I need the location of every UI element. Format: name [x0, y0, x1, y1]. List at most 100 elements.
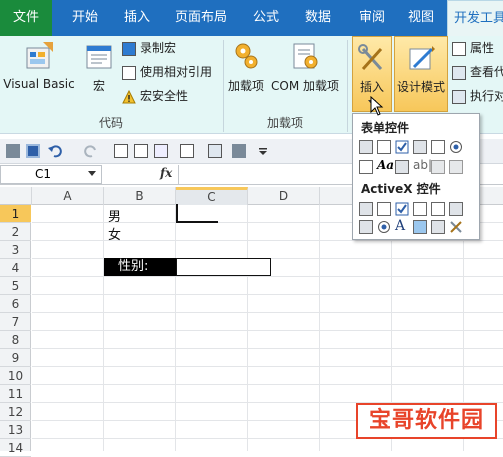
row-header[interactable]: 2: [0, 223, 31, 241]
addins-button[interactable]: 加载项: [226, 40, 266, 100]
view-code-label: 查看代: [470, 65, 503, 79]
row-header[interactable]: 13: [0, 421, 31, 439]
column-header[interactable]: A: [32, 187, 104, 205]
more-controls-icon[interactable]: [449, 220, 463, 234]
row-header[interactable]: 5: [0, 277, 31, 295]
activex-combo-box-icon[interactable]: [377, 202, 391, 216]
visual-basic-button[interactable]: Visual Basic: [2, 40, 76, 100]
row-header[interactable]: 4: [0, 259, 31, 277]
spin-button-icon[interactable]: [413, 140, 427, 154]
form-icon[interactable]: [208, 144, 222, 158]
name-box-dropdown-icon[interactable]: [88, 171, 96, 177]
run-dialog-icon: [452, 89, 466, 104]
cell-b2[interactable]: 女: [108, 224, 121, 243]
calendar-icon[interactable]: [6, 144, 20, 158]
print-preview-icon[interactable]: [114, 144, 128, 158]
design-mode-button[interactable]: 设计模式: [394, 36, 448, 112]
column-header[interactable]: B: [104, 187, 176, 205]
com-addins-button[interactable]: COM 加载项: [268, 40, 342, 100]
row-header[interactable]: 8: [0, 331, 31, 349]
activex-label-icon[interactable]: A: [395, 218, 409, 234]
row-header[interactable]: 14: [0, 439, 31, 457]
text-field-icon[interactable]: ab|: [413, 158, 432, 172]
row-header[interactable]: 10: [0, 367, 31, 385]
run-dialog-label: 执行对: [470, 89, 503, 103]
checkbox-control-icon[interactable]: [395, 140, 409, 154]
activex-checkbox-icon[interactable]: [395, 202, 409, 216]
record-macro-button[interactable]: 录制宏: [122, 38, 176, 58]
activex-toggle-button-icon[interactable]: [431, 220, 445, 234]
tab-view[interactable]: 视图: [400, 0, 442, 36]
insert-control-label: 插入: [359, 80, 384, 94]
new-document-icon[interactable]: [134, 144, 148, 158]
relative-reference-icon: [122, 65, 136, 80]
gender-input-control[interactable]: [176, 258, 271, 276]
relative-reference-button[interactable]: 使用相对引用: [122, 62, 212, 82]
form-controls-title: 表单控件: [361, 121, 410, 135]
insert-function-button[interactable]: fx: [160, 166, 172, 180]
command-button-icon[interactable]: [359, 202, 373, 216]
print-icon[interactable]: [232, 144, 246, 158]
group-separator: [347, 40, 348, 132]
activex-scroll-bar-icon[interactable]: [449, 202, 463, 216]
list-box-icon[interactable]: [431, 140, 445, 154]
combo-list-edit-icon[interactable]: [431, 160, 445, 174]
relative-reference-label: 使用相对引用: [140, 65, 213, 79]
warning-icon: [122, 89, 136, 103]
tab-review[interactable]: 审阅: [350, 0, 394, 36]
activex-list-box-icon[interactable]: [413, 202, 427, 216]
addins-label: 加载项: [227, 79, 264, 93]
select-all-corner[interactable]: [0, 187, 32, 205]
properties-button[interactable]: 属性: [452, 38, 494, 58]
properties-icon: [452, 41, 466, 56]
button-control-icon[interactable]: [359, 140, 373, 154]
macro-security-button[interactable]: 宏安全性: [122, 86, 188, 106]
activex-text-box-icon[interactable]: [431, 202, 445, 216]
visual-basic-icon: [26, 42, 53, 69]
row-header[interactable]: 6: [0, 295, 31, 313]
scroll-bar-icon[interactable]: [395, 160, 409, 174]
row-header[interactable]: 3: [0, 241, 31, 259]
tab-page-layout[interactable]: 页面布局: [168, 0, 234, 36]
active-cell-indicator[interactable]: [176, 204, 218, 223]
tab-developer[interactable]: 开发工具: [447, 0, 503, 36]
ribbon-tab-bar: 文件 开始 插入 页面布局 公式 数据 审阅 视图 开发工具: [0, 0, 503, 36]
row-header[interactable]: 11: [0, 385, 31, 403]
group-box-icon[interactable]: [359, 160, 373, 174]
combo-box-icon[interactable]: [377, 140, 391, 154]
tab-data[interactable]: 数据: [296, 0, 340, 36]
open-icon[interactable]: [154, 144, 168, 158]
tab-home[interactable]: 开始: [62, 0, 108, 36]
option-button-icon[interactable]: [449, 140, 463, 154]
cell-b1[interactable]: 男: [108, 206, 121, 225]
save-icon[interactable]: [26, 144, 40, 158]
cell-b4[interactable]: 性别:: [104, 258, 176, 276]
row-header-selected[interactable]: 1: [0, 205, 31, 223]
com-addins-icon: [293, 43, 318, 69]
checkbox-icon[interactable]: [180, 144, 194, 158]
row-header[interactable]: 7: [0, 313, 31, 331]
tab-insert[interactable]: 插入: [114, 0, 160, 36]
view-code-button[interactable]: 查看代: [452, 62, 503, 82]
mouse-cursor-icon: [370, 96, 384, 116]
macros-button[interactable]: 宏: [82, 40, 116, 100]
combo-dropdown-edit-icon[interactable]: [449, 160, 463, 174]
row-header[interactable]: 12: [0, 403, 31, 421]
activex-option-button-icon[interactable]: [377, 220, 391, 234]
tab-formulas[interactable]: 公式: [244, 0, 288, 36]
redo-icon[interactable]: [84, 144, 98, 158]
gears-icon: [235, 43, 258, 69]
tab-file[interactable]: 文件: [0, 0, 52, 36]
activex-image-icon[interactable]: [413, 220, 427, 234]
code-group-label: 代码: [98, 116, 123, 130]
row-header[interactable]: 9: [0, 349, 31, 367]
undo-icon[interactable]: [48, 144, 62, 158]
visual-basic-label: Visual Basic: [3, 77, 75, 91]
run-dialog-button[interactable]: 执行对: [452, 86, 503, 106]
column-header[interactable]: D: [248, 187, 320, 205]
activex-spin-button-icon[interactable]: [359, 220, 373, 234]
name-box[interactable]: C1: [0, 165, 102, 184]
customize-toolbar-icon[interactable]: [256, 144, 270, 158]
column-header-selected[interactable]: C: [176, 187, 248, 205]
label-control-icon[interactable]: Aa: [377, 158, 394, 172]
